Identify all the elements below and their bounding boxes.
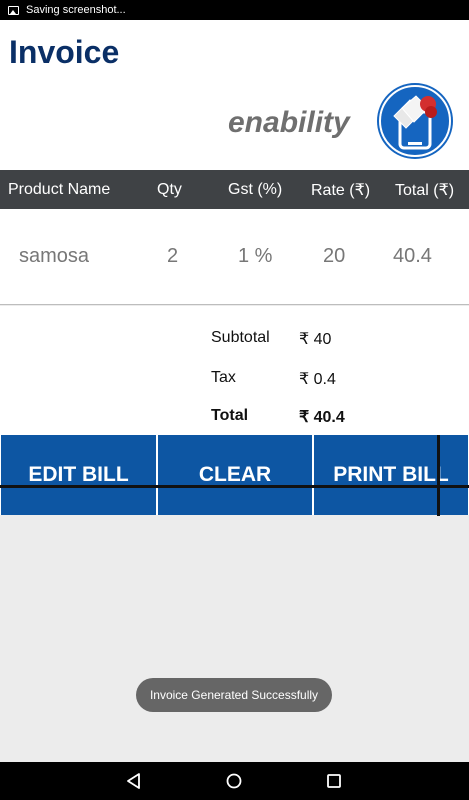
rate-cell: 20 [323, 245, 346, 267]
navigation-bar [0, 762, 469, 800]
subtotal-value: ₹ 40 [299, 331, 332, 348]
qty-cell: 2 [167, 245, 179, 267]
column-header: Gst (%) [228, 180, 283, 198]
page-title: Invoice [9, 34, 120, 70]
clear-button[interactable]: CLEAR [158, 435, 312, 515]
status-notification: Saving screenshot... [26, 4, 126, 16]
column-header: Rate (₹) [311, 181, 371, 199]
overlay-line-horizontal [0, 485, 469, 488]
toast-message: Invoice Generated Successfully [136, 678, 332, 712]
product-name-cell: samosa [19, 245, 90, 267]
total-cell: 40.4 [393, 245, 432, 267]
subtotal-label: Subtotal [211, 329, 270, 346]
edit-bill-button[interactable]: EDIT BILL [1, 435, 156, 515]
table-header: Product Name Qty Gst (%) Rate (₹) Total … [0, 170, 469, 209]
total-value: ₹ 40.4 [299, 409, 345, 426]
overlay-line-vertical [437, 435, 440, 516]
home-icon[interactable] [224, 771, 244, 791]
header: Invoice enability [0, 20, 469, 170]
recents-icon[interactable] [324, 771, 344, 791]
invoice-summary: Subtotal ₹ 40 Tax ₹ 0.4 Total ₹ 40.4 [0, 306, 469, 435]
tax-label: Tax [211, 369, 236, 386]
total-label: Total [211, 407, 249, 424]
gst-cell: 1 % [238, 245, 273, 267]
enability-logo [377, 83, 453, 159]
tax-value: ₹ 0.4 [299, 371, 336, 388]
column-header: Product Name [8, 180, 111, 198]
table-row: samosa 2 1 % 20 40.4 [0, 209, 469, 305]
print-bill-button[interactable]: PRINT BILL [314, 435, 468, 515]
action-buttons: EDIT BILL CLEAR PRINT BILL [0, 435, 469, 515]
column-header: Total (₹) [395, 181, 455, 199]
brand-name: enability [228, 106, 350, 139]
column-header: Qty [157, 180, 182, 198]
image-icon [8, 5, 19, 15]
back-icon[interactable] [124, 771, 144, 791]
status-bar: Saving screenshot... [0, 0, 469, 20]
